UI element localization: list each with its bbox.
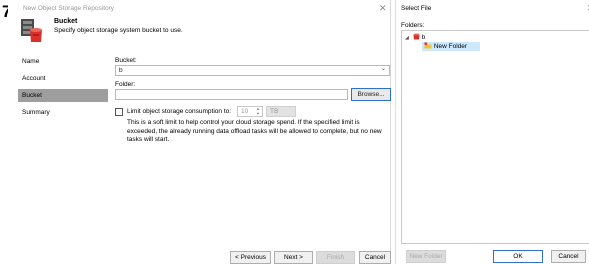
limit-unit-select[interactable]: TB: [266, 106, 296, 117]
limit-note: This is a soft limit to help control you…: [127, 119, 382, 143]
folder-input[interactable]: [115, 89, 348, 100]
folder-label: Folder:: [115, 81, 136, 88]
cancel-button[interactable]: Cancel: [359, 251, 391, 264]
tree-item-label: New Folder: [433, 43, 468, 50]
page-heading: Bucket: [54, 18, 78, 25]
previous-button[interactable]: < Previous: [230, 251, 271, 264]
cancel-button[interactable]: Cancel: [551, 250, 586, 263]
bucket-icon: [413, 33, 420, 40]
next-button[interactable]: Next >: [274, 251, 313, 264]
folders-label: Folders:: [401, 22, 425, 29]
limit-value-input[interactable]: 10 ▲ ▼: [237, 106, 263, 117]
dialog-title: Select File: [401, 5, 432, 12]
bucket-select[interactable]: b ⌄: [115, 65, 390, 76]
nav-item-account[interactable]: Account: [18, 72, 108, 85]
tree-item-bucket[interactable]: ◢ b: [405, 33, 465, 42]
nav-item-name[interactable]: Name: [18, 55, 108, 68]
limit-checkbox[interactable]: [115, 108, 123, 116]
window-title: New Object Storage Repository: [23, 5, 115, 12]
select-file-dialog: Select File ✕ Folders: ◢ b New Folder Ne…: [395, 0, 589, 264]
nav-item-bucket[interactable]: Bucket: [18, 89, 108, 102]
bucket-select-value: b: [119, 67, 123, 74]
expand-arrow-icon[interactable]: ◢: [405, 34, 411, 43]
tree-item-new-folder[interactable]: New Folder: [422, 42, 480, 51]
close-icon[interactable]: ✕: [379, 3, 387, 14]
tree-item-label: b: [421, 34, 426, 41]
browse-button[interactable]: Browse...: [351, 88, 391, 101]
finish-button[interactable]: Finish: [316, 251, 355, 264]
chevron-down-icon: ⌄: [380, 66, 386, 72]
folder-tree[interactable]: ◢ b New Folder: [401, 30, 589, 244]
new-folder-icon: [424, 42, 432, 49]
object-storage-icon: [21, 19, 42, 42]
bucket-label: Bucket:: [115, 57, 137, 64]
limit-label: Limit object storage consumption to:: [127, 108, 232, 115]
limit-value: 10: [241, 108, 249, 115]
page-description: Specify object storage system bucket to …: [54, 27, 183, 34]
new-folder-button[interactable]: New Folder: [406, 250, 446, 263]
wizard-nav: Name Account Bucket Summary: [18, 55, 108, 123]
ok-button[interactable]: OK: [493, 250, 543, 263]
spinner-icon[interactable]: ▲ ▼: [256, 106, 260, 116]
nav-item-summary[interactable]: Summary: [18, 106, 108, 119]
new-object-storage-wizard: New Object Storage Repository ✕ Bucket S…: [8, 0, 391, 264]
